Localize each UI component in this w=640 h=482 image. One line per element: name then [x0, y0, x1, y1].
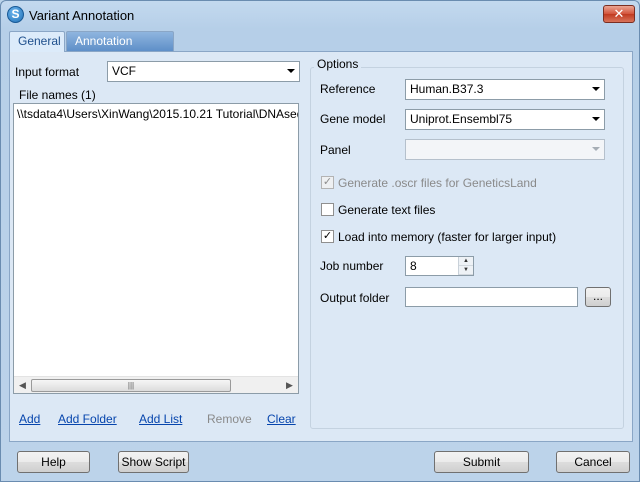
options-group-title: Options: [314, 57, 362, 71]
app-logo-icon: S: [7, 6, 24, 23]
tab-annotation-source[interactable]: Annotation Source: [66, 31, 174, 67]
input-format-select[interactable]: VCF: [107, 61, 300, 82]
generate-oscr-checkbox[interactable]: ✓: [321, 176, 334, 189]
input-format-value: VCF: [112, 64, 136, 78]
job-number-value: 8: [410, 259, 417, 273]
chevron-down-icon: [592, 117, 600, 121]
submit-button[interactable]: Submit: [434, 451, 529, 473]
file-names-label: File names (1): [19, 88, 96, 102]
output-folder-input[interactable]: [405, 287, 578, 307]
generate-text-label: Generate text files: [338, 203, 436, 217]
scroll-left-icon[interactable]: ◀: [14, 377, 31, 393]
panel-select[interactable]: [405, 139, 605, 160]
gene-model-label: Gene model: [320, 112, 386, 126]
scrollbar-thumb[interactable]: |||: [31, 379, 231, 392]
add-list-link[interactable]: Add List: [139, 412, 182, 426]
variant-annotation-window: S Variant Annotation ✕ General Annotatio…: [0, 0, 640, 482]
input-format-label: Input format: [15, 65, 80, 79]
scroll-right-icon[interactable]: ▶: [281, 377, 298, 393]
spin-down-icon[interactable]: ▼: [459, 266, 473, 275]
reference-label: Reference: [320, 82, 376, 96]
check-icon: ✓: [322, 230, 333, 242]
remove-link[interactable]: Remove: [207, 412, 252, 426]
load-into-memory-label: Load into memory (faster for larger inpu…: [338, 230, 557, 244]
output-folder-label: Output folder: [320, 291, 390, 305]
add-link[interactable]: Add: [19, 412, 40, 426]
close-button[interactable]: ✕: [603, 5, 635, 23]
grip-icon: |||: [127, 381, 135, 390]
reference-select[interactable]: Human.B37.3: [405, 79, 605, 100]
generate-oscr-label: Generate .oscr files for GeneticsLand: [338, 176, 537, 190]
window-title: Variant Annotation: [29, 8, 135, 23]
job-number-label: Job number: [320, 259, 384, 273]
clear-link[interactable]: Clear: [267, 412, 296, 426]
generate-text-checkbox[interactable]: [321, 203, 334, 216]
show-script-button[interactable]: Show Script: [118, 451, 189, 473]
chevron-down-icon: [592, 87, 600, 91]
load-into-memory-checkbox[interactable]: ✓: [321, 230, 334, 243]
chevron-down-icon: [592, 147, 600, 151]
cancel-button[interactable]: Cancel: [556, 451, 630, 473]
reference-value: Human.B37.3: [410, 82, 484, 96]
title-bar: S Variant Annotation ✕: [1, 1, 639, 29]
gene-model-value: Uniprot.Ensembl75: [410, 112, 513, 126]
horizontal-scrollbar[interactable]: ◀ ||| ▶: [14, 376, 298, 393]
panel-label: Panel: [320, 143, 351, 157]
gene-model-select[interactable]: Uniprot.Ensembl75: [405, 109, 605, 130]
check-icon: ✓: [322, 176, 333, 188]
job-number-stepper[interactable]: 8 ▲ ▼: [405, 256, 474, 276]
spin-up-icon[interactable]: ▲: [459, 257, 473, 266]
file-names-list[interactable]: \\tsdata4\Users\XinWang\2015.10.21 Tutor…: [13, 103, 299, 394]
help-button[interactable]: Help: [17, 451, 90, 473]
chevron-down-icon: [287, 69, 295, 73]
browse-folder-button[interactable]: ...: [585, 287, 611, 307]
job-number-spinner[interactable]: ▲ ▼: [458, 257, 473, 275]
list-item[interactable]: \\tsdata4\Users\XinWang\2015.10.21 Tutor…: [17, 107, 298, 121]
tab-general[interactable]: General: [9, 31, 65, 52]
add-folder-link[interactable]: Add Folder: [58, 412, 117, 426]
